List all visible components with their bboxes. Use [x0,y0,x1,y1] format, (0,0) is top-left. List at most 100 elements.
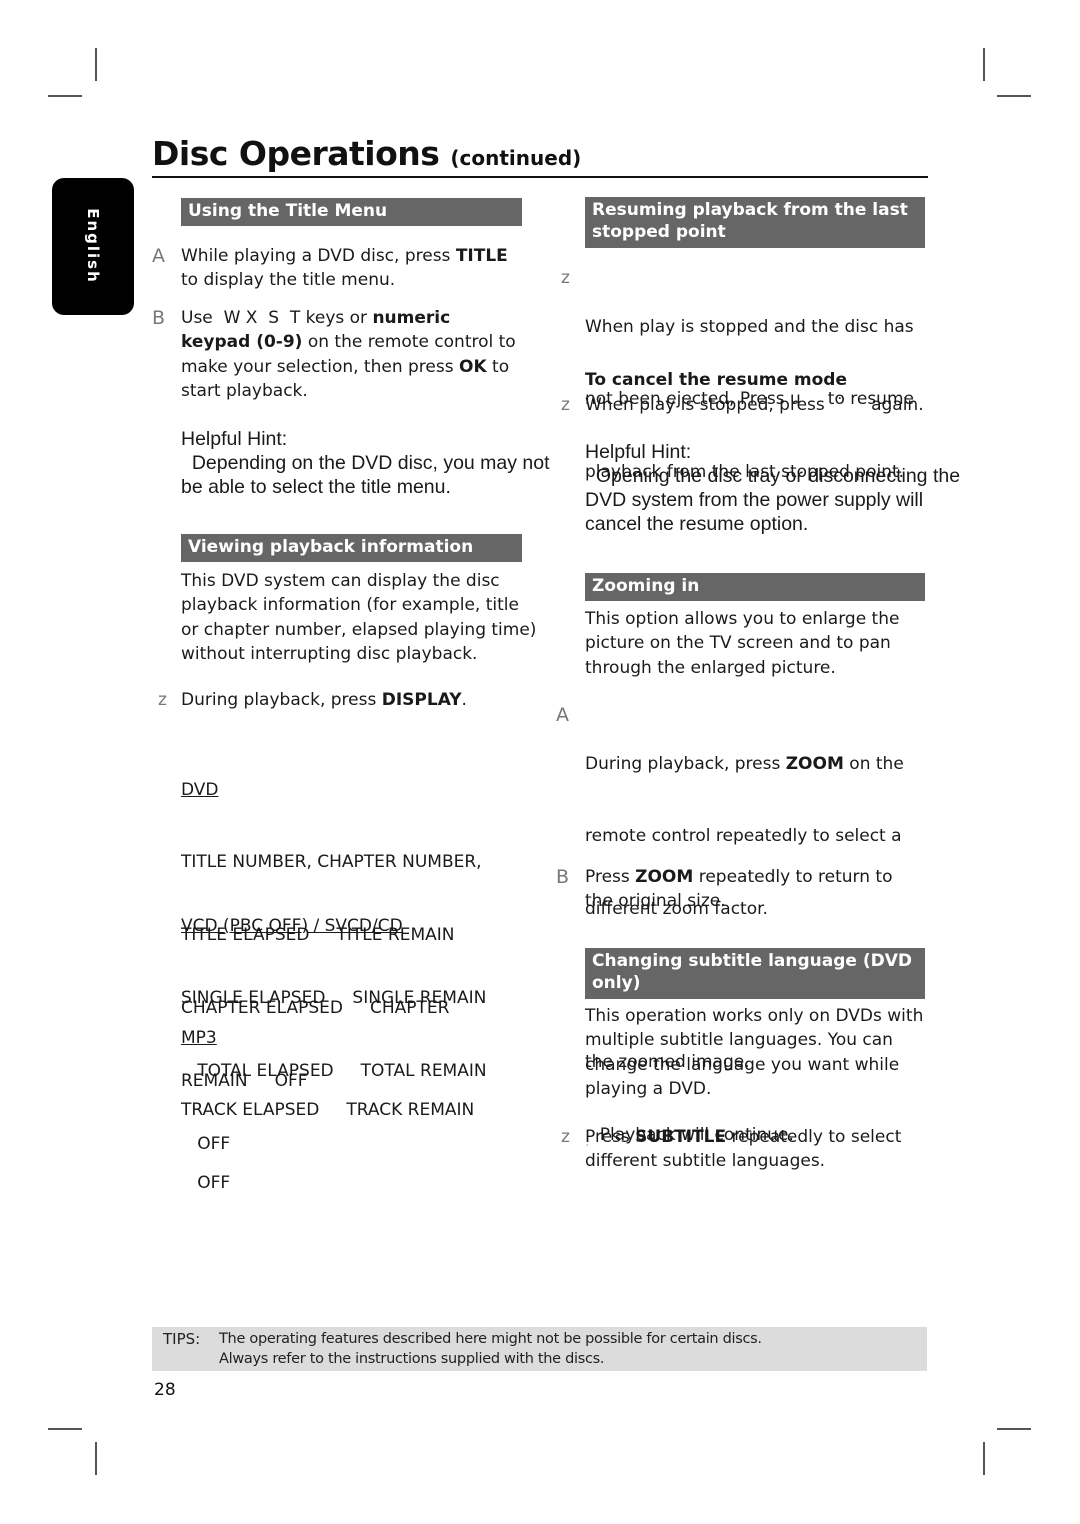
text: picture on the TV screen and to pan [585,633,891,654]
crop-mark [95,1442,97,1475]
bullet-marker: z [561,268,570,288]
crop-mark [997,95,1031,97]
hint-text: DVD system from the power supply will [585,489,924,511]
dvd-label: DVD [181,779,219,800]
language-tab: English [52,178,134,315]
text: to display the title menu. [181,270,396,291]
bullet-marker: z [561,1127,570,1147]
display-mode-line: OFF [181,1173,231,1194]
key-zoom: ZOOM [785,753,844,774]
section-heading-text: only) [592,973,641,993]
text: . [461,690,467,710]
subtitle-intro: This operation works only on DVDs with m… [585,1004,923,1101]
page-title: Disc Operations (continued) [152,134,581,173]
text: This DVD system can display the disc [181,571,500,591]
key-zoom: ZOOM [635,867,694,887]
text: start playback. [181,380,308,401]
zoom-intro: This option allows you to enlarge the pi… [585,607,899,680]
crop-mark [983,1442,985,1475]
vcd-label: VCD (PBC OFF) / SVCD/CD [181,915,403,936]
helpful-hint-title-menu: Helpful Hint: Depending on the DVD disc,… [181,427,550,499]
text: During playback, press [585,753,786,774]
tips-text: Always refer to the instructions supplie… [219,1351,605,1367]
text: different subtitle languages. [585,1151,826,1172]
text: repeatedly to select [726,1127,902,1147]
step-marker: B [556,866,570,888]
key-title: TITLE [455,246,508,266]
key-keypad: keypad (0-9) [181,332,303,353]
section-heading-text: stopped point [592,222,726,242]
section-heading-title-menu: Using the Title Menu [181,198,522,226]
crop-mark [48,95,82,97]
text: multiple subtitle languages. You can [585,1030,893,1051]
text: through the enlarged picture. [585,657,836,678]
hint-title: Helpful Hint: [181,428,288,450]
section-heading-text: Zooming in [592,576,700,596]
cancel-resume-heading: To cancel the resume mode [585,370,848,390]
hint-text: cancel the resume option. [585,513,809,535]
text: change the language you want while [585,1054,900,1075]
section-heading-zoom: Zooming in [585,573,925,601]
section-heading-text: Using the Title Menu [188,201,388,221]
playback-info-intro: This DVD system can display the disc pla… [181,569,536,666]
key-ok: OK [459,356,487,377]
crop-mark [95,48,97,81]
step-marker: A [152,245,165,267]
crop-mark [997,1428,1031,1430]
tips-label: TIPS: [163,1330,201,1348]
text: make your selection, then press [181,356,459,377]
text: Press [585,1127,636,1147]
text: playback information (for example, title [181,595,519,616]
mp3-display-modes: MP3 TRACK ELAPSED TRACK REMAIN OFF [181,977,474,1220]
language-tab-label: English [84,208,102,284]
bullet-marker: z [158,690,167,710]
step-b-text: Use W X S T keys or numeric keypad (0-9)… [181,306,516,403]
step-a-text: While playing a DVD disc, press TITLE to… [181,244,508,293]
text: During playback, press [181,690,382,710]
text: Press [585,867,636,887]
text: When play is stopped and the disc has [585,316,914,337]
section-heading-text: Viewing playback information [188,537,474,557]
key-numeric: numeric [372,308,451,328]
hint-text: be able to select the title menu. [181,476,451,498]
section-heading-text: Resuming playback from the last [592,200,908,220]
text: the original size. [585,891,726,912]
hint-title: Helpful Hint: [585,441,692,463]
crop-mark [48,1428,82,1430]
text: Use W X S T keys or [181,308,373,328]
tips-text: The operating features described here mi… [219,1331,762,1347]
section-heading-playback-info: Viewing playback information [181,534,522,562]
text: remote control repeatedly to select a [585,826,902,847]
section-heading-subtitle: Changing subtitle language (DVD only) [585,948,925,999]
subtitle-step: Press SUBTITLE repeatedly to select diff… [585,1125,901,1174]
text: While playing a DVD disc, press [181,246,456,266]
hint-text: Opening the disc tray or disconnecting t… [585,465,961,487]
section-heading-resume: Resuming playback from the last stopped … [585,197,925,248]
step-marker: A [556,704,569,726]
helpful-hint-resume: Helpful Hint: Opening the disc tray or d… [585,440,960,536]
bullet-marker: z [561,395,570,415]
text: to [486,356,510,377]
zoom-step-b: Press ZOOM repeatedly to return to the o… [585,865,892,914]
page-title-text: Disc Operations [152,134,440,173]
text: This operation works only on DVDs with [585,1006,924,1026]
text: repeatedly to return to [693,867,893,887]
text: or chapter number, elapsed playing time) [181,619,537,640]
page-number: 28 [154,1380,176,1400]
text: playing a DVD. [585,1078,712,1099]
tips-box: TIPS: The operating features described h… [152,1327,927,1371]
title-rule [152,176,928,178]
display-step: During playback, press DISPLAY. [181,688,467,712]
zoom-step-a: During playback, press ZOOM on the remot… [585,703,911,1179]
hint-text: Depending on the DVD disc, you may not [181,452,550,474]
cancel-resume-step: When play is stopped, press ˙ again. [585,395,924,415]
crop-mark [983,48,985,81]
text: on the remote control to [302,332,516,353]
step-marker: B [152,307,166,329]
text: without interrupting disc playback. [181,643,478,664]
page-title-suffix: (continued) [450,146,582,170]
key-display: DISPLAY [381,690,462,710]
display-mode-line: TRACK ELAPSED TRACK REMAIN [181,1100,475,1121]
key-subtitle: SUBTITLE [635,1127,727,1147]
text: on the [843,753,904,774]
